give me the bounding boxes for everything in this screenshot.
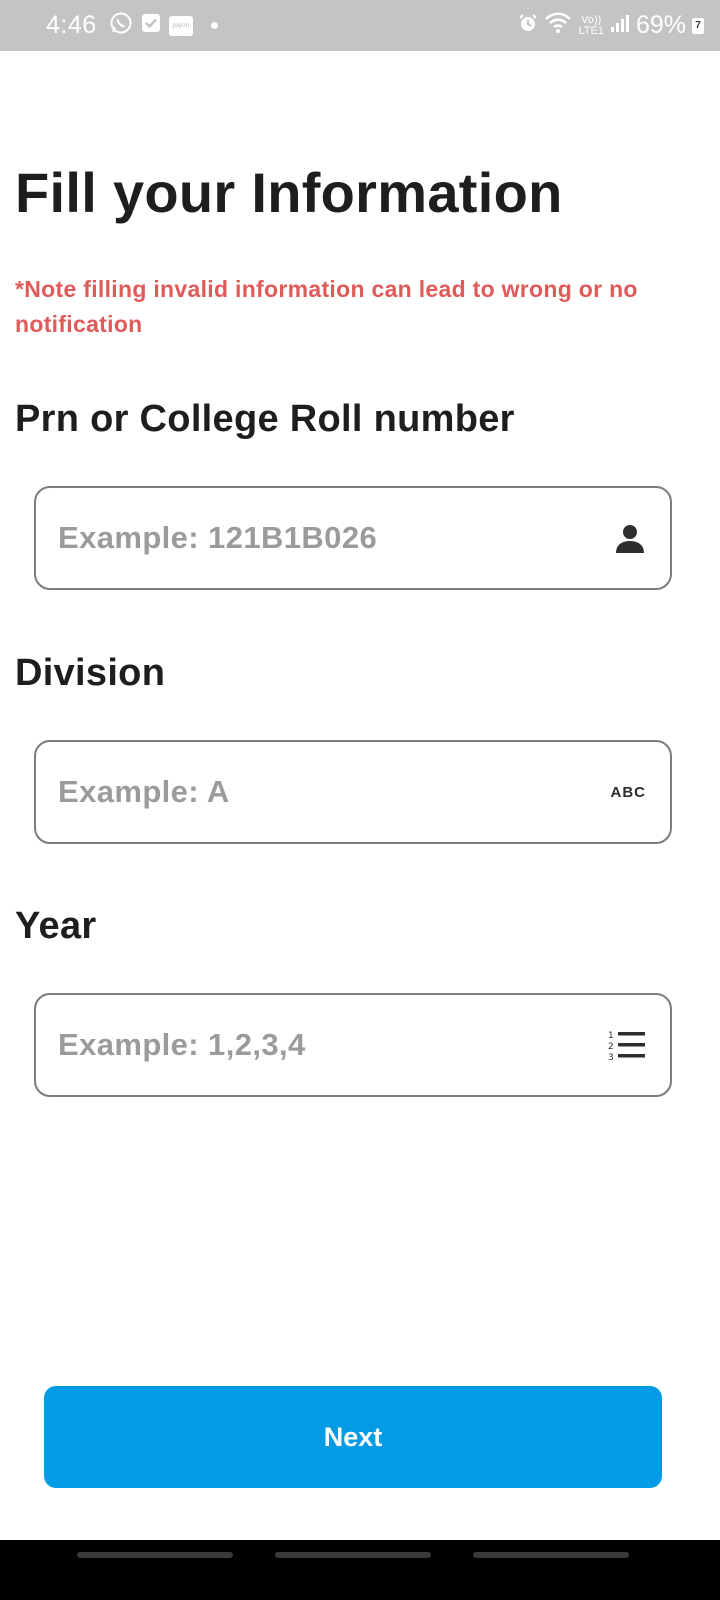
svg-text:1: 1: [608, 1031, 614, 1041]
signal-icon: [610, 13, 630, 38]
volte-label: Vo)): [581, 13, 602, 26]
prn-input[interactable]: [56, 519, 614, 557]
abc-icon: ABC: [610, 783, 646, 801]
status-time: 4:46: [46, 11, 97, 39]
person-icon: [614, 522, 646, 554]
check-square-icon: [141, 13, 161, 38]
battery-badge: 7: [695, 20, 701, 31]
nav-back-handle[interactable]: [473, 1552, 629, 1558]
whatsapp-icon: [109, 11, 133, 40]
division-field[interactable]: ABC: [34, 740, 672, 844]
warning-note: *Note filling invalid information can le…: [15, 276, 638, 337]
navigation-bar: [0, 1540, 720, 1600]
svg-text:3: 3: [608, 1053, 614, 1061]
paytm-icon: paytm: [168, 15, 193, 36]
year-field[interactable]: 123: [34, 993, 672, 1097]
wifi-icon: [544, 12, 572, 39]
next-button[interactable]: Next: [44, 1386, 662, 1488]
lte-label: LTE1: [578, 24, 604, 37]
year-label: Year: [15, 905, 97, 947]
battery-percent: 69%: [635, 11, 686, 39]
svg-text:2: 2: [608, 1042, 614, 1052]
prn-field[interactable]: [34, 486, 672, 590]
lte-indicator: Vo)) LTE1: [578, 13, 604, 37]
page-title: Fill your Information: [15, 161, 563, 224]
dot-icon: [210, 22, 218, 29]
status-bar: 4:46 paytm Vo)) LTE1 69% 7: [0, 0, 720, 51]
nav-home-handle[interactable]: [275, 1552, 431, 1558]
division-input[interactable]: [56, 773, 611, 811]
division-label: Division: [15, 652, 166, 694]
year-input[interactable]: [56, 1026, 608, 1064]
alarm-icon: [518, 13, 538, 38]
prn-label: Prn or College Roll number: [15, 398, 515, 440]
numbered-list-icon: 123: [608, 1029, 646, 1061]
nav-recents-handle[interactable]: [77, 1552, 233, 1558]
battery-icon: 7: [692, 17, 704, 34]
